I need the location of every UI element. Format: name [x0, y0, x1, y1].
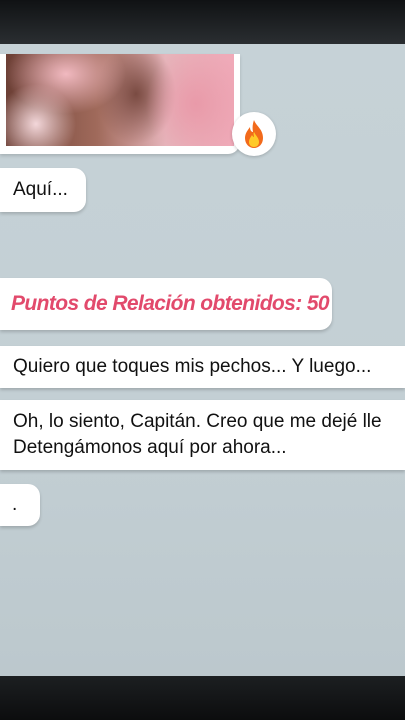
chat-area[interactable]: Aquí... Puntos de Relación obtenidos: 50… — [0, 44, 405, 676]
message-text: Quiero que toques mis pechos... Y luego.… — [13, 356, 372, 377]
message-bubble[interactable]: Quiero que toques mis pechos... Y luego.… — [0, 346, 405, 388]
top-overlay-bar — [0, 0, 405, 44]
message-text-line: Oh, lo siento, Capitán. Creo que me dejé… — [13, 411, 382, 432]
fire-emoji-icon[interactable] — [232, 112, 276, 156]
message-text: Aquí... — [13, 179, 68, 200]
message-text-line: Detengámonos aquí por ahora... — [13, 437, 287, 458]
message-bubble[interactable]: . — [0, 484, 40, 526]
fire-icon-graphic — [245, 120, 263, 148]
photo-image[interactable] — [6, 54, 234, 146]
bottom-overlay-bar — [0, 676, 405, 720]
message-text: . — [12, 494, 18, 515]
message-bubble[interactable]: Aquí... — [0, 168, 86, 212]
photo-message[interactable] — [0, 54, 240, 154]
relation-points-text: Puntos de Relación obtenidos: 50 — [11, 292, 330, 315]
message-bubble[interactable]: Oh, lo siento, Capitán. Creo que me dejé… — [0, 400, 405, 470]
relation-points-notice: Puntos de Relación obtenidos: 50 — [0, 278, 332, 330]
